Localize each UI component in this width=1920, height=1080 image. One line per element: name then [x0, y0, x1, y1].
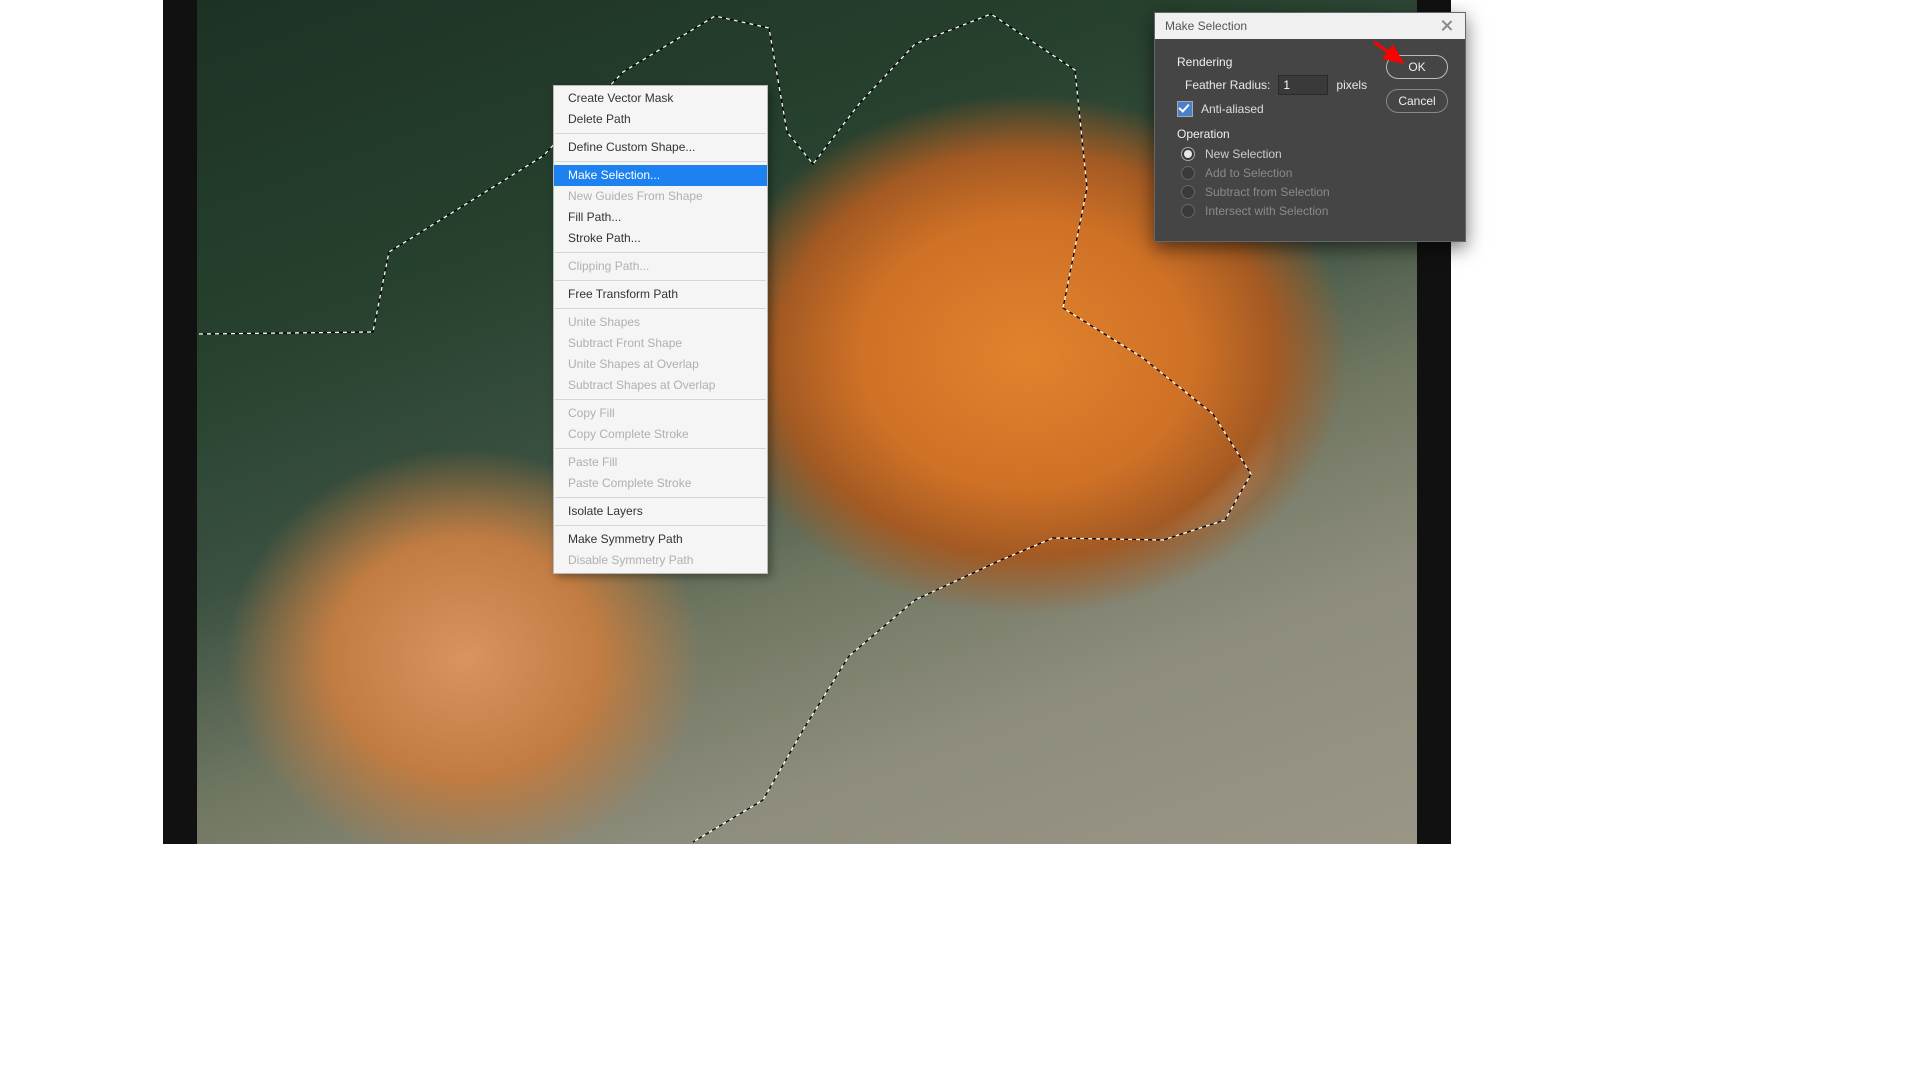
feather-radius-input[interactable] — [1278, 75, 1328, 95]
rendering-heading: Rendering — [1167, 55, 1381, 69]
close-icon[interactable] — [1439, 18, 1455, 34]
menu-separator — [555, 448, 766, 449]
menu-separator — [555, 308, 766, 309]
new-selection-radio[interactable] — [1181, 147, 1195, 161]
intersect-with-selection-label: Intersect with Selection — [1205, 204, 1328, 218]
add-to-selection-label: Add to Selection — [1205, 166, 1292, 180]
anti-aliased-label: Anti-aliased — [1201, 102, 1264, 116]
menu-free-transform-path[interactable]: Free Transform Path — [554, 284, 767, 305]
ok-button[interactable]: OK — [1386, 55, 1448, 79]
menu-paste-complete-stroke: Paste Complete Stroke — [554, 473, 767, 494]
menu-subtract-shapes-overlap: Subtract Shapes at Overlap — [554, 375, 767, 396]
menu-unite-shapes: Unite Shapes — [554, 312, 767, 333]
dialog-title: Make Selection — [1165, 19, 1247, 33]
menu-define-custom-shape[interactable]: Define Custom Shape... — [554, 137, 767, 158]
operation-heading: Operation — [1167, 127, 1381, 141]
new-selection-label: New Selection — [1205, 147, 1282, 161]
add-to-selection-radio — [1181, 166, 1195, 180]
feather-radius-unit: pixels — [1336, 78, 1367, 92]
menu-clipping-path: Clipping Path... — [554, 256, 767, 277]
menu-isolate-layers[interactable]: Isolate Layers — [554, 501, 767, 522]
cancel-button[interactable]: Cancel — [1386, 89, 1448, 113]
menu-new-guides-from-shape: New Guides From Shape — [554, 186, 767, 207]
menu-copy-complete-stroke: Copy Complete Stroke — [554, 424, 767, 445]
menu-subtract-front-shape: Subtract Front Shape — [554, 333, 767, 354]
menu-create-vector-mask[interactable]: Create Vector Mask — [554, 88, 767, 109]
menu-disable-symmetry-path: Disable Symmetry Path — [554, 550, 767, 571]
menu-separator — [555, 525, 766, 526]
menu-separator — [555, 133, 766, 134]
menu-separator — [555, 280, 766, 281]
subtract-from-selection-radio — [1181, 185, 1195, 199]
anti-aliased-checkbox[interactable] — [1177, 101, 1193, 117]
menu-make-selection[interactable]: Make Selection... — [554, 165, 767, 186]
menu-paste-fill: Paste Fill — [554, 452, 767, 473]
menu-separator — [555, 399, 766, 400]
feather-radius-label: Feather Radius: — [1185, 78, 1270, 92]
intersect-with-selection-radio — [1181, 204, 1195, 218]
menu-fill-path[interactable]: Fill Path... — [554, 207, 767, 228]
menu-unite-shapes-overlap: Unite Shapes at Overlap — [554, 354, 767, 375]
make-selection-dialog: Make Selection Rendering Feather Radius:… — [1154, 12, 1466, 242]
menu-delete-path[interactable]: Delete Path — [554, 109, 767, 130]
menu-separator — [555, 161, 766, 162]
dialog-titlebar[interactable]: Make Selection — [1155, 13, 1465, 39]
menu-stroke-path[interactable]: Stroke Path... — [554, 228, 767, 249]
canvas-stage: Create Vector Mask Delete Path Define Cu… — [163, 0, 1451, 844]
menu-separator — [555, 497, 766, 498]
subtract-from-selection-label: Subtract from Selection — [1205, 185, 1330, 199]
menu-separator — [555, 252, 766, 253]
workspace-mat-left — [163, 0, 197, 844]
path-context-menu: Create Vector Mask Delete Path Define Cu… — [553, 85, 768, 574]
menu-copy-fill: Copy Fill — [554, 403, 767, 424]
menu-make-symmetry-path[interactable]: Make Symmetry Path — [554, 529, 767, 550]
